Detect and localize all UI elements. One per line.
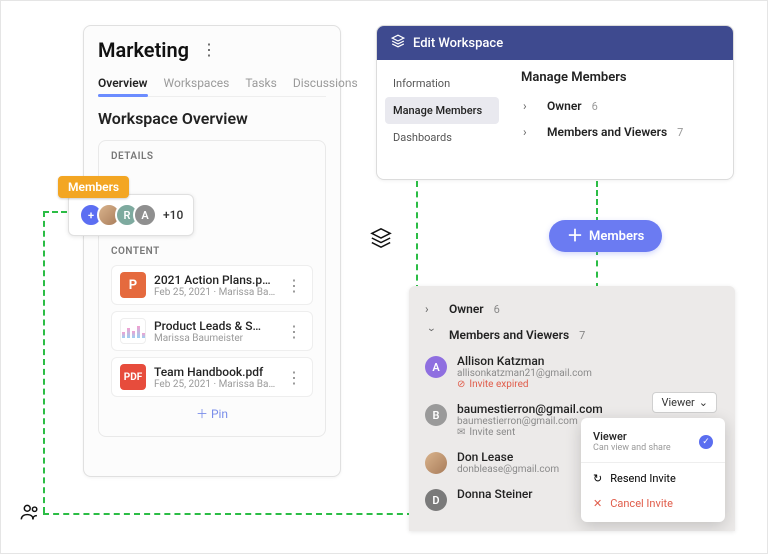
file-kebab-icon[interactable]: ⋮ <box>284 276 304 295</box>
powerpoint-icon: P <box>120 272 146 298</box>
close-icon: ✕ <box>593 497 602 510</box>
sidebar-item-information[interactable]: Information <box>385 70 499 97</box>
mail-icon: ✉ <box>457 427 465 438</box>
connector <box>596 249 598 289</box>
file-name: Product Leads & S… <box>154 319 276 333</box>
member-name: Allison Katzman <box>457 354 719 368</box>
chart-embed-icon <box>120 318 146 344</box>
layers-icon <box>370 227 392 253</box>
manage-members-panel: › Owner 6 › Members and Viewers 7 A Alli… <box>409 286 735 531</box>
people-icon <box>19 501 41 527</box>
extra-members-count: +10 <box>163 208 183 222</box>
avatar: B <box>425 404 447 426</box>
clock-icon: ⊘ <box>457 379 465 390</box>
role-option-viewer[interactable]: Viewer Can view and share ✓ <box>581 424 725 459</box>
workspace-tabs: Overview Workspaces Tasks Discussions <box>98 70 326 97</box>
chevron-down-icon: ⌄ <box>699 396 708 409</box>
details-card: DETAILS CONTENT P 2021 Action Plans.pptx… <box>98 140 326 437</box>
members-viewers-row[interactable]: › Members and Viewers 7 <box>521 119 719 145</box>
connector <box>416 181 418 291</box>
divider <box>581 462 725 463</box>
tab-overview[interactable]: Overview <box>98 70 148 96</box>
avatar <box>425 452 447 474</box>
connector <box>43 211 67 213</box>
sidebar-item-manage-members[interactable]: Manage Members <box>385 97 499 124</box>
role-popover: Viewer Can view and share ✓ ↻ Resend Inv… <box>581 418 725 522</box>
file-row[interactable]: PDF Team Handbook.pdf Feb 25, 2021 · Mar… <box>111 357 313 397</box>
members-viewers-row[interactable]: › Members and Viewers 7 <box>425 322 719 348</box>
members-summary[interactable]: + R A +10 <box>68 194 194 236</box>
workspace-title: Marketing <box>98 38 189 62</box>
plus-icon: ＋ <box>567 228 583 244</box>
connector <box>43 211 45 513</box>
resend-invite-button[interactable]: ↻ Resend Invite <box>581 466 725 491</box>
avatar: D <box>425 489 447 511</box>
file-row[interactable]: P 2021 Action Plans.pptx Feb 25, 2021 · … <box>111 265 313 305</box>
member-email: allisonkatzman21@gmail.com <box>457 368 719 379</box>
invite-status: ⊘Invite expired <box>457 379 719 390</box>
file-row[interactable]: Product Leads & S… Marissa Baumeister ⋮ <box>111 311 313 351</box>
file-meta: Marissa Baumeister <box>154 333 276 344</box>
file-meta: Feb 25, 2021 · Marissa Baum… <box>154 379 276 390</box>
tab-tasks[interactable]: Tasks <box>245 70 277 96</box>
sidebar-item-dashboards[interactable]: Dashboards <box>385 124 499 151</box>
avatar: A <box>425 356 447 378</box>
file-kebab-icon[interactable]: ⋮ <box>284 322 304 341</box>
edit-sidebar: Information Manage Members Dashboards <box>377 60 507 179</box>
file-kebab-icon[interactable]: ⋮ <box>284 368 304 387</box>
add-members-button[interactable]: ＋ Members <box>549 220 662 252</box>
edit-workspace-title: Edit Workspace <box>413 36 503 51</box>
tab-workspaces[interactable]: Workspaces <box>164 70 230 96</box>
check-icon: ✓ <box>699 435 713 449</box>
workspace-menu-kebab-icon[interactable]: ⋮ <box>197 42 221 58</box>
connector <box>43 513 413 515</box>
details-label: DETAILS <box>111 151 313 162</box>
edit-workspace-card: Edit Workspace Information Manage Member… <box>376 25 734 180</box>
refresh-icon: ↻ <box>593 472 602 485</box>
chevron-right-icon: › <box>523 125 537 139</box>
manage-members-heading: Manage Members <box>521 70 719 85</box>
file-name: 2021 Action Plans.pptx <box>154 273 276 287</box>
file-name: Team Handbook.pdf <box>154 365 276 379</box>
cancel-invite-button[interactable]: ✕ Cancel Invite <box>581 491 725 516</box>
tab-discussions[interactable]: Discussions <box>293 70 358 96</box>
role-select[interactable]: Viewer ⌄ <box>652 392 717 413</box>
layers-icon <box>391 34 405 52</box>
avatar: A <box>133 203 157 227</box>
chevron-right-icon: › <box>523 99 537 113</box>
plus-icon: ＋ <box>196 407 208 421</box>
chevron-right-icon: › <box>425 302 439 316</box>
overview-heading: Workspace Overview <box>84 97 340 140</box>
file-meta: Feb 25, 2021 · Marissa Baum… <box>154 287 276 298</box>
content-label: CONTENT <box>111 246 313 257</box>
workspace-card: Marketing ⋮ Overview Workspaces Tasks Di… <box>83 25 341 477</box>
pin-button[interactable]: ＋ Pin <box>111 405 313 422</box>
member-row[interactable]: A Allison Katzman allisonkatzman21@gmail… <box>425 348 719 396</box>
connector <box>596 181 598 223</box>
chevron-down-icon: › <box>425 328 439 342</box>
pdf-icon: PDF <box>120 364 146 390</box>
members-tag: Members <box>58 176 129 198</box>
owner-row[interactable]: › Owner 6 <box>425 296 719 322</box>
owner-row[interactable]: › Owner 6 <box>521 93 719 119</box>
